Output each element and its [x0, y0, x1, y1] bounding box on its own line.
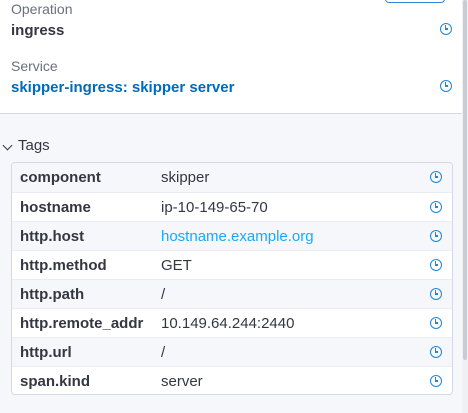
tag-value: ip-10-149-65-70	[161, 199, 268, 216]
clock-icon[interactable]	[430, 317, 442, 329]
tag-key: http.host	[20, 228, 85, 245]
tag-value-link[interactable]: hostname.example.org	[161, 228, 314, 245]
clock-icon[interactable]	[440, 80, 452, 92]
tag-key: http.path	[20, 286, 85, 303]
tag-key: hostname	[20, 199, 91, 216]
section-divider	[0, 113, 462, 114]
clock-icon[interactable]	[430, 230, 442, 242]
operation-value: ingress	[11, 22, 65, 39]
table-row: http.url /	[12, 337, 452, 366]
clock-icon[interactable]	[430, 375, 442, 387]
clock-icon[interactable]	[430, 171, 442, 183]
tag-key: span.kind	[20, 373, 91, 390]
tag-key: http.url	[20, 344, 72, 361]
tag-value: /	[161, 344, 166, 361]
table-row: span.kind server	[12, 366, 452, 394]
span-summary: Operation ingress Service skipper-ingres…	[0, 0, 462, 113]
chevron-down-icon	[2, 140, 13, 151]
operation-label: Operation	[11, 1, 73, 17]
action-button[interactable]	[385, 0, 445, 3]
tag-value: GET	[161, 257, 192, 274]
tag-value: server	[161, 373, 203, 390]
tag-value: /	[161, 286, 166, 303]
tag-key: component	[20, 169, 101, 186]
table-row: http.method GET	[12, 250, 452, 279]
table-row: http.path /	[12, 279, 452, 308]
tag-key: http.method	[20, 257, 107, 274]
clock-icon[interactable]	[440, 23, 452, 35]
tags-title: Tags	[18, 137, 50, 154]
scrollbar-thumb[interactable]	[463, 0, 467, 360]
tag-key: http.remote_addr	[20, 315, 144, 332]
span-detail-panel: Operation ingress Service skipper-ingres…	[0, 0, 468, 413]
clock-icon[interactable]	[430, 259, 442, 271]
tag-value: skipper	[161, 169, 210, 186]
clock-icon[interactable]	[430, 201, 442, 213]
table-row: component skipper	[12, 163, 452, 192]
table-row: http.host hostname.example.org	[12, 221, 452, 250]
tags-table: component skipper hostname ip-10-149-65-…	[11, 162, 453, 395]
clock-icon[interactable]	[430, 346, 442, 358]
tag-value: 10.149.64.244:2440	[161, 315, 295, 332]
service-label: Service	[11, 58, 58, 74]
table-row: hostname ip-10-149-65-70	[12, 192, 452, 221]
tags-toggle[interactable]: Tags	[0, 134, 200, 158]
scrollbar-track[interactable]	[462, 0, 468, 413]
service-link[interactable]: skipper-ingress: skipper server	[11, 79, 234, 96]
table-row: http.remote_addr 10.149.64.244:2440	[12, 308, 452, 337]
clock-icon[interactable]	[430, 288, 442, 300]
